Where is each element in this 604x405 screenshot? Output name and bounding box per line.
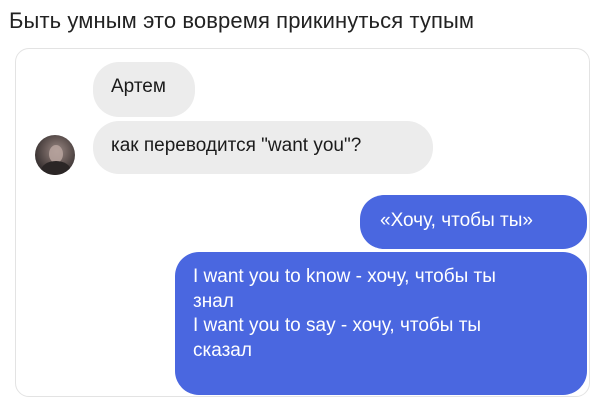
avatar-shoulder	[41, 161, 71, 175]
outgoing-quote-bubble[interactable]: «Хочу, чтобы ты»	[360, 195, 587, 249]
post-caption: Быть умным это вовремя прикинуться тупым	[9, 8, 475, 33]
answer-line: I want you to know - хочу, чтобы ты	[193, 266, 496, 287]
outgoing-answer-bubble[interactable]: I want you to know - хочу, чтобы ты знал…	[175, 252, 587, 395]
sender-avatar[interactable]	[35, 135, 75, 175]
answer-line: сказал	[193, 339, 252, 361]
incoming-message-bubble[interactable]: как переводится "want you"?	[93, 121, 433, 174]
answer-line: знал	[193, 290, 234, 312]
answer-line: I want you to say - хочу, чтобы ты	[193, 315, 482, 336]
sender-name-bubble: Артем	[93, 62, 195, 117]
